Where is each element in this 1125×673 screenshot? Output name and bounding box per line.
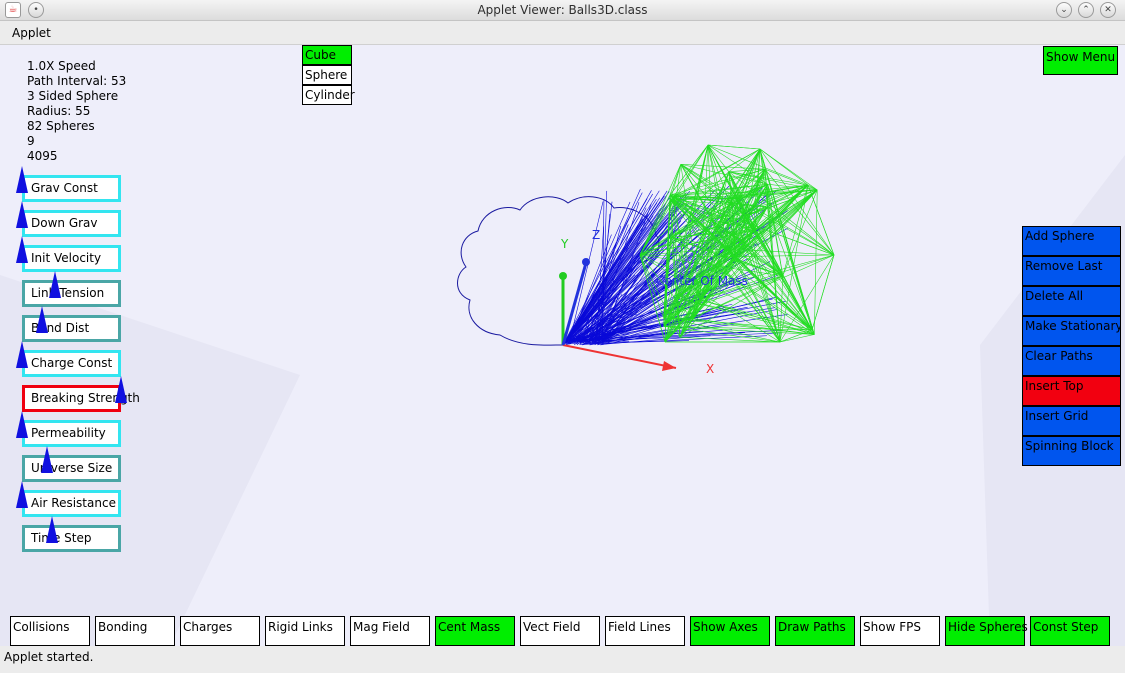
add-sphere-button[interactable]: Add Sphere: [1022, 226, 1121, 256]
slider-thumb-icon[interactable]: [16, 481, 28, 508]
toggle-field-lines[interactable]: Field Lines: [605, 616, 685, 646]
slider-label: Down Grav: [31, 216, 98, 230]
slider-thumb-icon[interactable]: [48, 271, 61, 298]
toggle-mag-field[interactable]: Mag Field: [350, 616, 430, 646]
menu-applet[interactable]: Applet: [12, 26, 51, 40]
slider-label: Charge Const: [31, 356, 113, 370]
y-axis-label: Y: [560, 237, 569, 251]
toggle-charges[interactable]: Charges: [180, 616, 260, 646]
slider-thumb-icon[interactable]: [16, 166, 28, 193]
z-axis-tip: [582, 258, 590, 266]
slider-thumb-icon[interactable]: [40, 446, 53, 473]
insert-top-button[interactable]: Insert Top: [1022, 376, 1121, 406]
slider-charge-const[interactable]: Charge Const: [16, 341, 121, 377]
toggle-vect-field[interactable]: Vect Field: [520, 616, 600, 646]
shape-sphere-button[interactable]: Sphere: [302, 65, 352, 85]
slider-link-tension[interactable]: Link Tension: [22, 271, 121, 307]
make-stationary-button[interactable]: Make Stationary: [1022, 316, 1121, 346]
toggle-cent-mass[interactable]: Cent Mass: [435, 616, 515, 646]
delete-all-button[interactable]: Delete All: [1022, 286, 1121, 316]
toggle-hide-spheres[interactable]: Hide Spheres: [945, 616, 1028, 646]
slider-thumb-icon[interactable]: [16, 341, 28, 368]
slider-label: Air Resistance: [31, 496, 116, 510]
info-sphere-count: 82 Spheres: [27, 119, 95, 133]
toggle-draw-paths[interactable]: Draw Paths: [775, 616, 855, 646]
toggle-show-axes[interactable]: Show Axes: [690, 616, 770, 646]
slider-breaking-strength[interactable]: Breaking Strength: [22, 376, 140, 412]
x-axis-label: X: [706, 362, 714, 376]
slider-down-grav[interactable]: Down Grav: [16, 201, 121, 237]
slider-thumb-icon[interactable]: [115, 376, 127, 403]
slider-permeability[interactable]: Permeability: [16, 411, 121, 447]
mesh-line: [679, 337, 781, 343]
slider-label: Init Velocity: [31, 251, 102, 265]
slider-bond-dist[interactable]: Bond Dist: [22, 306, 121, 342]
x-axis-line: [562, 344, 677, 369]
toggle-show-fps[interactable]: Show FPS: [860, 616, 940, 646]
status-bar: Applet started.: [0, 646, 1125, 673]
info-readout: 1.0X Speed Path Interval: 53 3 Sided Sph…: [27, 59, 126, 164]
info-value-a: 9: [27, 134, 35, 148]
slider-air-resistance[interactable]: Air Resistance: [16, 481, 121, 517]
slider-label: Link Tension: [31, 286, 105, 300]
slider-label: Grav Const: [31, 181, 98, 195]
slider-thumb-icon[interactable]: [16, 201, 28, 228]
insert-grid-button[interactable]: Insert Grid: [1022, 406, 1121, 436]
slider-init-velocity[interactable]: Init Velocity: [16, 236, 121, 272]
toggle-collisions[interactable]: Collisions: [10, 616, 90, 646]
info-speed: 1.0X Speed: [27, 59, 96, 73]
y-axis-tip: [559, 272, 567, 280]
menubar: Applet: [0, 21, 1125, 45]
show-menu-button[interactable]: Show Menu: [1043, 46, 1118, 75]
x-axis-arrow: [662, 361, 676, 371]
info-radius: Radius: 55: [27, 104, 91, 118]
slider-time-step[interactable]: Time Step: [22, 516, 121, 552]
slider-grav-const[interactable]: Grav Const: [16, 166, 121, 202]
slider-thumb-icon[interactable]: [16, 236, 28, 263]
slider-label: Permeability: [31, 426, 106, 440]
clear-paths-button[interactable]: Clear Paths: [1022, 346, 1121, 376]
mesh-line: [782, 189, 818, 276]
window-titlebar: ☕ • Applet Viewer: Balls3D.class ⌄ ⌃ ✕: [0, 0, 1125, 21]
slider-thumb-icon[interactable]: [16, 411, 28, 438]
remove-last-button[interactable]: Remove Last: [1022, 256, 1121, 286]
toggle-const-step[interactable]: Const Step: [1030, 616, 1110, 646]
info-path-interval: Path Interval: 53: [27, 74, 127, 88]
minimize-icon[interactable]: ⌄: [1056, 2, 1072, 18]
slider-thumb-icon[interactable]: [45, 516, 58, 543]
slider-label: Time Step: [31, 531, 92, 545]
scene-3d: X Y Z Center Of Mass: [457, 144, 835, 376]
slider-universe-size[interactable]: Universe Size: [22, 446, 121, 482]
center-of-mass-label: Center Of Mass: [656, 274, 748, 288]
applet-canvas[interactable]: X Y Z Center Of Mass 1.0X Speed Path Int…: [0, 45, 1125, 646]
maximize-icon[interactable]: ⌃: [1078, 2, 1094, 18]
info-sphere-sides: 3 Sided Sphere: [27, 89, 119, 103]
close-icon[interactable]: ✕: [1100, 2, 1116, 18]
toggle-bonding[interactable]: Bonding: [95, 616, 175, 646]
shape-cube-button[interactable]: Cube: [302, 45, 352, 65]
z-axis-label: Z: [592, 228, 600, 242]
spinning-block-button[interactable]: Spinning Block: [1022, 436, 1121, 466]
slider-thumb-icon[interactable]: [35, 306, 48, 333]
toggle-rigid-links[interactable]: Rigid Links: [265, 616, 345, 646]
window-title: Applet Viewer: Balls3D.class: [477, 3, 648, 17]
info-value-b: 4095: [27, 149, 58, 163]
shape-cylinder-button[interactable]: Cylinder: [302, 85, 355, 105]
status-text: Applet started.: [4, 650, 94, 664]
